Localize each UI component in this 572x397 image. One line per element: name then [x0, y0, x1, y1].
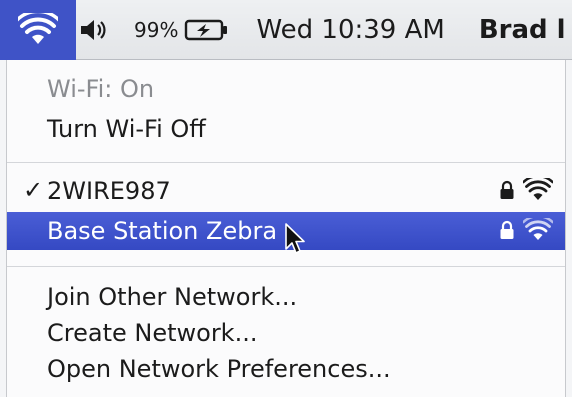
menubar-clock[interactable]: Wed 10:39 AM — [256, 15, 444, 45]
wifi-signal-icon — [523, 218, 553, 240]
menu-separator — [7, 162, 565, 163]
wifi-status-label: Wi-Fi: On — [47, 75, 155, 103]
network-name: 2WIRE987 — [47, 177, 171, 205]
lock-icon — [500, 220, 514, 239]
join-other-network-item[interactable]: Join Other Network... — [7, 278, 565, 316]
wifi-status-item: Wi-Fi: On — [7, 70, 565, 108]
lock-icon — [500, 180, 514, 199]
wifi-icon — [18, 12, 58, 44]
network-item-2wire987[interactable]: ✓ 2WIRE987 — [7, 172, 565, 210]
open-network-preferences-item[interactable]: Open Network Preferences... — [7, 350, 565, 388]
network-name: Base Station Zebra — [47, 217, 278, 245]
checkmark-icon: ✓ — [23, 176, 44, 204]
mouse-cursor-icon — [285, 223, 305, 254]
menubar-user-name[interactable]: Brad l — [479, 15, 566, 45]
menu-bar: 99% Wed 10:39 AM Brad l — [0, 0, 572, 60]
turn-wifi-off-label: Turn Wi-Fi Off — [47, 115, 206, 143]
create-network-item[interactable]: Create Network... — [7, 314, 565, 352]
join-other-network-label: Join Other Network... — [47, 283, 298, 311]
create-network-label: Create Network... — [47, 319, 258, 347]
volume-speaker-icon[interactable] — [78, 17, 108, 43]
menu-separator — [7, 266, 565, 267]
wifi-menu-extra[interactable] — [0, 0, 76, 60]
battery-charging-icon[interactable] — [184, 17, 230, 43]
wifi-signal-icon — [523, 178, 553, 200]
open-network-preferences-label: Open Network Preferences... — [47, 355, 391, 383]
battery-percent[interactable]: 99% — [134, 18, 178, 42]
turn-wifi-off-item[interactable]: Turn Wi-Fi Off — [7, 110, 565, 148]
